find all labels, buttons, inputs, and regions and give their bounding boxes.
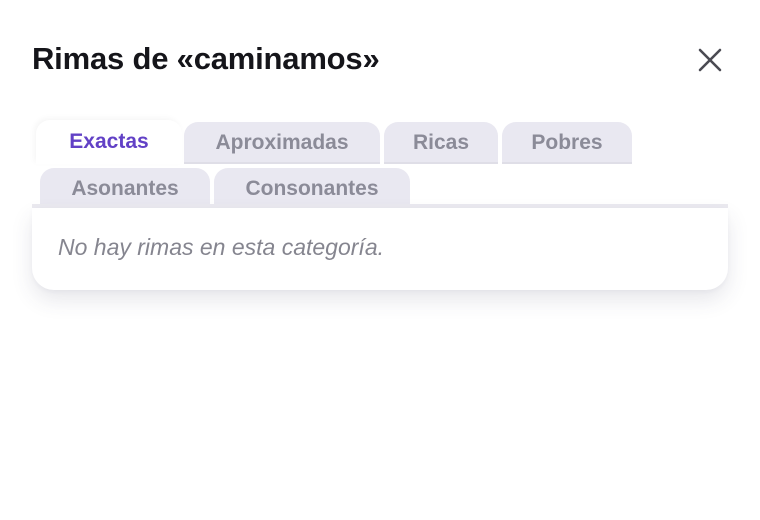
tab-label: Aproximadas	[215, 131, 349, 154]
close-button[interactable]	[690, 40, 730, 80]
tab-label: Consonantes	[245, 177, 379, 200]
tab-pobres[interactable]: Pobres	[502, 122, 632, 164]
empty-state-message: No hay rimas en esta categoría.	[58, 234, 384, 260]
tab-ricas[interactable]: Ricas	[384, 122, 498, 164]
tab-exactas[interactable]: Exactas	[36, 120, 182, 164]
tab-label: Ricas	[412, 131, 470, 154]
rhyme-category-tabs: Exactas Aproximadas Ricas Pobres Asonant…	[32, 120, 728, 210]
tab-aproximadas[interactable]: Aproximadas	[184, 122, 380, 164]
close-x-icon	[698, 48, 722, 72]
dialog-title: Rimas de «caminamos»	[32, 41, 380, 76]
tab-content-panel: No hay rimas en esta categoría.	[32, 208, 728, 290]
rhymes-dialog: Rimas de «caminamos» Exactas Aproximadas…	[0, 0, 760, 520]
tab-label: Pobres	[531, 131, 603, 154]
tab-label: Exactas	[69, 130, 149, 153]
tab-label: Asonantes	[71, 177, 179, 200]
